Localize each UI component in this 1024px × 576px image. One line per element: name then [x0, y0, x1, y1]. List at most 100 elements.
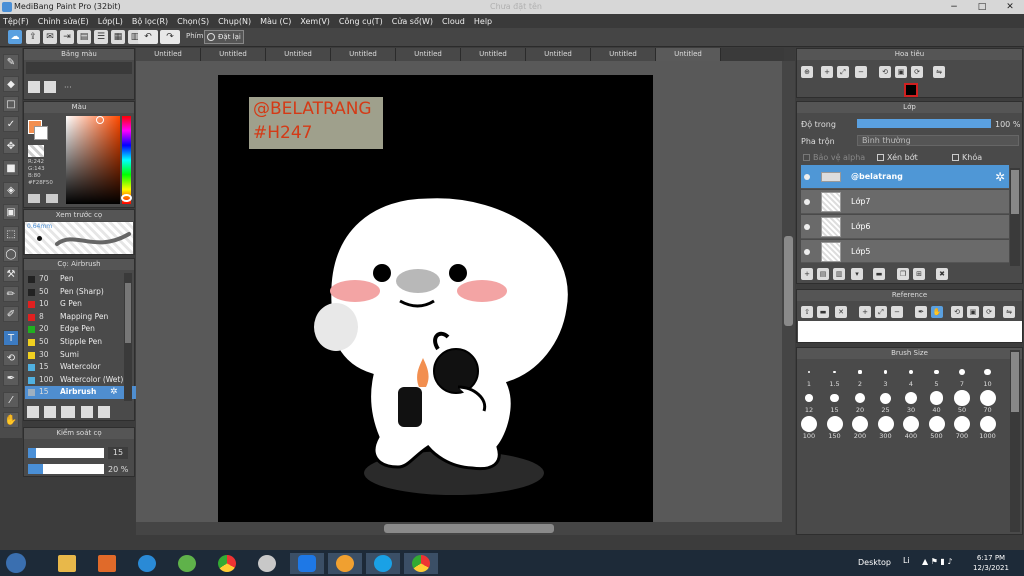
- brush-size-preset[interactable]: [929, 391, 944, 405]
- merge-layer-icon[interactable]: ⊞: [913, 268, 925, 280]
- fit-screen-icon[interactable]: ▣: [895, 66, 907, 78]
- tab-untitled-8[interactable]: Untitled: [591, 48, 656, 61]
- taskbar-chrome[interactable]: [210, 553, 244, 574]
- menu-cloud[interactable]: Cloud: [442, 17, 465, 26]
- sv-cursor[interactable]: [96, 116, 104, 124]
- brush-size-preset[interactable]: [852, 416, 868, 432]
- tab-untitled-1[interactable]: Untitled: [136, 48, 201, 61]
- new-folder-icon[interactable]: ▬: [873, 268, 885, 280]
- hand-tool-icon[interactable]: ✋: [3, 412, 19, 428]
- reference-zoom-in-icon[interactable]: +: [859, 306, 871, 318]
- vertical-scroll-thumb[interactable]: [784, 236, 793, 326]
- undo-button[interactable]: ↶: [138, 30, 158, 44]
- brush-settings-icon[interactable]: ✲: [110, 387, 118, 397]
- drawing-canvas[interactable]: @BELATRANG #H247: [218, 75, 653, 523]
- copy-brush-icon[interactable]: [44, 406, 56, 418]
- navigator-thumbnail[interactable]: [904, 83, 918, 97]
- redo-button[interactable]: ↷: [160, 30, 180, 44]
- reference-rotate-right-icon[interactable]: ⟳: [983, 306, 995, 318]
- brush-size-scroll-thumb[interactable]: [1011, 352, 1019, 412]
- menu-window[interactable]: Cửa sổ(W): [392, 17, 433, 26]
- menu-snap[interactable]: Chụp(N): [218, 17, 251, 26]
- eyedrop2-tool-icon[interactable]: ⁄: [3, 392, 19, 408]
- delete-palette-icon[interactable]: [44, 81, 56, 93]
- zoom-fit-icon[interactable]: ⊕: [801, 66, 813, 78]
- taskbar-explorer[interactable]: [50, 553, 84, 574]
- reset-button[interactable]: Đặt lại: [204, 30, 244, 44]
- menu-file[interactable]: Tệp(F): [3, 17, 29, 26]
- taskbar-coccoc[interactable]: [170, 553, 204, 574]
- brush-size-preset[interactable]: [979, 390, 996, 406]
- menu-tools[interactable]: Công cụ(T): [339, 17, 383, 26]
- start-button[interactable]: [6, 553, 26, 573]
- brush-size-preset[interactable]: [807, 370, 811, 374]
- layer-visibility-icon[interactable]: [804, 174, 810, 180]
- taskbar-medibang[interactable]: [328, 553, 362, 574]
- layer-list-scroll-thumb[interactable]: [1011, 170, 1019, 214]
- layer-visibility-icon[interactable]: [804, 249, 810, 255]
- menu-layer[interactable]: Lớp(L): [98, 17, 123, 26]
- reference-hand-icon[interactable]: ✋: [931, 306, 943, 318]
- clip-checkbox[interactable]: [877, 154, 884, 161]
- brush-size-preset[interactable]: [880, 392, 891, 404]
- brush-size-preset[interactable]: [833, 370, 836, 374]
- brush-size-preset[interactable]: [801, 416, 817, 432]
- taskbar-zalo[interactable]: [290, 553, 324, 574]
- menu-filter[interactable]: Bộ lọc(R): [132, 17, 168, 26]
- palette-dropdown[interactable]: [26, 62, 132, 74]
- transparent-swatch[interactable]: [28, 145, 44, 157]
- color-mode-icon[interactable]: [28, 194, 40, 203]
- brush-size-preset[interactable]: [979, 416, 996, 432]
- eyedrop-icon[interactable]: [46, 194, 58, 203]
- brush-opacity-slider[interactable]: [28, 464, 104, 474]
- tab-untitled-5[interactable]: Untitled: [396, 48, 461, 61]
- layer-opacity-slider[interactable]: [857, 119, 991, 128]
- divide-tool-icon[interactable]: ⟲: [3, 350, 19, 366]
- add-brush-icon[interactable]: [27, 406, 39, 418]
- taskbar-media[interactable]: [90, 553, 124, 574]
- fill-rect-tool-icon[interactable]: ■: [3, 160, 19, 176]
- tab-untitled-7[interactable]: Untitled: [526, 48, 591, 61]
- reference-open-icon[interactable]: ⇧: [801, 306, 813, 318]
- desktop-label[interactable]: Desktop: [858, 558, 891, 567]
- menu-select[interactable]: Chọn(S): [177, 17, 209, 26]
- layer-row-lop5[interactable]: Lớp5: [801, 240, 1009, 263]
- grid-icon[interactable]: ▦: [111, 30, 125, 44]
- zoom-in-icon[interactable]: +: [821, 66, 833, 78]
- layer-visibility-icon[interactable]: [804, 199, 810, 205]
- brush-folder-icon[interactable]: [98, 406, 110, 418]
- reference-close-icon[interactable]: ✕: [835, 306, 847, 318]
- brush-tool-icon[interactable]: ✎: [3, 54, 19, 70]
- brush-list-scroll-thumb[interactable]: [125, 283, 131, 343]
- saturation-value-picker[interactable]: [66, 116, 120, 204]
- eraser-tool-icon[interactable]: ◆: [3, 76, 19, 92]
- brush-menu-icon[interactable]: [61, 406, 75, 418]
- tray-icons[interactable]: ▲ ⚑ ▮ ♪: [922, 557, 952, 566]
- layer-visibility-icon[interactable]: [804, 224, 810, 230]
- menu-edit[interactable]: Chỉnh sửa(E): [38, 17, 89, 26]
- brush-size-preset[interactable]: [928, 416, 945, 432]
- select-tool-icon[interactable]: ⬚: [3, 226, 19, 242]
- tab-untitled-3[interactable]: Untitled: [266, 48, 331, 61]
- new-layer-icon[interactable]: +: [801, 268, 813, 280]
- zoom-out-icon[interactable]: −: [855, 66, 867, 78]
- menu-view[interactable]: Xem(V): [300, 17, 330, 26]
- select-pen-tool-icon[interactable]: ✏: [3, 286, 19, 302]
- reference-fit-screen-icon[interactable]: ▣: [967, 306, 979, 318]
- brush-size-preset[interactable]: [954, 416, 970, 432]
- brush-size-scrollbar[interactable]: [1010, 350, 1020, 532]
- select-eraser-tool-icon[interactable]: ✐: [3, 306, 19, 322]
- background-color-swatch[interactable]: [34, 126, 48, 140]
- reference-fit-icon[interactable]: ⤢: [875, 306, 887, 318]
- vertical-scrollbar[interactable]: [782, 61, 795, 535]
- brush-size-preset[interactable]: [855, 393, 865, 403]
- layer-row-lop7[interactable]: Lớp7: [801, 190, 1009, 214]
- brush-size-preset[interactable]: [826, 416, 843, 432]
- brush-size-preset[interactable]: [883, 370, 888, 374]
- reference-eyedrop-icon[interactable]: ✒: [915, 306, 927, 318]
- reference-folder-icon[interactable]: ▬: [817, 306, 829, 318]
- taskbar-paint[interactable]: [250, 553, 284, 574]
- taskbar-ie[interactable]: [130, 553, 164, 574]
- text-tool-icon[interactable]: T: [3, 330, 19, 346]
- brush-document-icon[interactable]: [81, 406, 93, 418]
